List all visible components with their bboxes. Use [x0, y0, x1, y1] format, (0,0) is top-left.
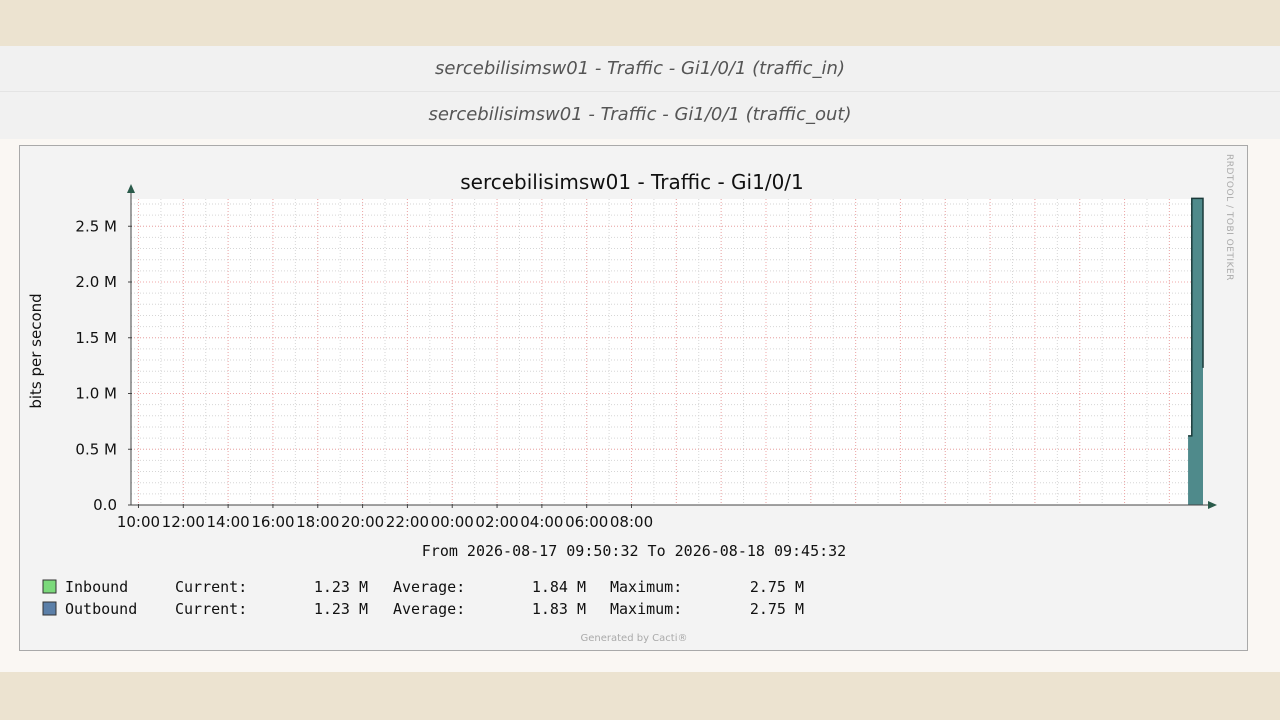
- x-tick-label: 06:00: [565, 513, 608, 531]
- legend-swatch-outbound: [42, 601, 57, 616]
- y-axis-label: bits per second: [27, 293, 45, 408]
- x-tick-label: 18:00: [296, 513, 339, 531]
- legend-current-label: Current:: [175, 578, 247, 596]
- legend-maximum-value: 2.75 M: [750, 600, 804, 618]
- y-tick-label: 0.5 M: [75, 440, 117, 458]
- generated-by-cacti: Generated by Cacti®: [581, 633, 688, 644]
- graph-link-traffic-in[interactable]: sercebilisimsw01 - Traffic - Gi1/0/1 (tr…: [0, 46, 1280, 92]
- plot-area: [131, 199, 1203, 505]
- legend-maximum-label: Maximum:: [610, 600, 682, 618]
- x-tick-label: 12:00: [162, 513, 205, 531]
- y-tick-label: 1.5 M: [75, 329, 117, 347]
- x-tick-label: 08:00: [610, 513, 653, 531]
- graph-link-traffic-out[interactable]: sercebilisimsw01 - Traffic - Gi1/0/1 (tr…: [0, 92, 1280, 139]
- x-tick-label: 10:00: [117, 513, 160, 531]
- legend-current-value: 1.23 M: [314, 600, 368, 618]
- period-text: From 2026-08-17 09:50:32 To 2026-08-18 0…: [422, 542, 846, 560]
- traffic-graph[interactable]: 0.0 0.5 M 1.0 M 1.5 M 2.0 M 2.5 M 10:00 12:00 14…: [19, 145, 1248, 651]
- y-tick-label: 2.0 M: [75, 273, 117, 291]
- top-band: [0, 0, 1280, 46]
- legend-name: Inbound: [65, 578, 128, 596]
- x-axis-arrow: [1208, 501, 1217, 509]
- x-tick-label: 00:00: [431, 513, 474, 531]
- legend-name: Outbound: [65, 600, 137, 618]
- y-tick-label: 2.5 M: [75, 217, 117, 235]
- x-tick-label: 16:00: [251, 513, 294, 531]
- y-tick-label: 1.0 M: [75, 385, 117, 403]
- legend-maximum-label: Maximum:: [610, 578, 682, 596]
- legend-average-label: Average:: [393, 578, 465, 596]
- legend-maximum-value: 2.75 M: [750, 578, 804, 596]
- rrdtool-watermark: RRDTOOL / TOBI OETIKER: [1224, 154, 1234, 281]
- legend-average-label: Average:: [393, 600, 465, 618]
- x-tick-label: 20:00: [341, 513, 384, 531]
- x-tick-label: 02:00: [475, 513, 518, 531]
- y-tick-label: 0.0: [93, 496, 117, 514]
- y-axis-arrow: [127, 184, 135, 193]
- legend-current-value: 1.23 M: [314, 578, 368, 596]
- x-tick-label: 04:00: [520, 513, 563, 531]
- legend-current-label: Current:: [175, 600, 247, 618]
- x-tick-label: 14:00: [206, 513, 249, 531]
- traffic-chart-svg: 0.0 0.5 M 1.0 M 1.5 M 2.0 M 2.5 M 10:00 12:00 14…: [27, 154, 1234, 644]
- legend-average-value: 1.84 M: [532, 578, 586, 596]
- legend-average-value: 1.83 M: [532, 600, 586, 618]
- legend-swatch-inbound: [42, 579, 57, 594]
- chart-title: sercebilisimsw01 - Traffic - Gi1/0/1: [460, 170, 804, 194]
- x-tick-label: 22:00: [386, 513, 429, 531]
- bottom-band: [0, 672, 1280, 720]
